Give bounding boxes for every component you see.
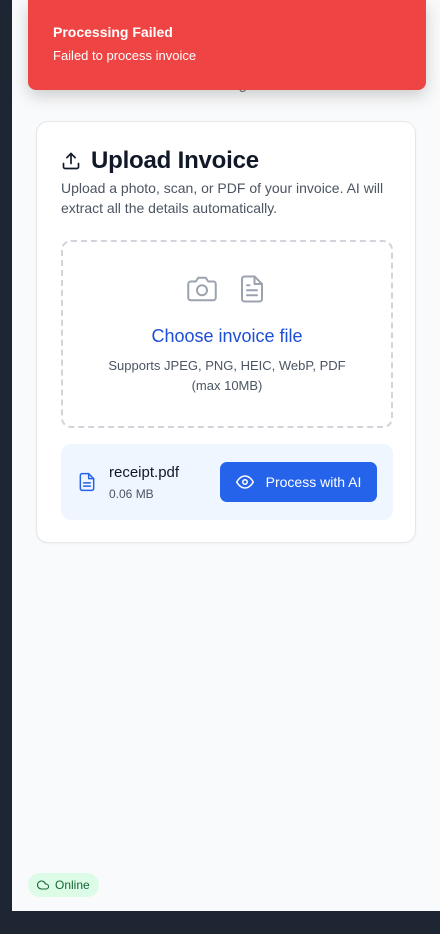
- file-name: receipt.pdf: [109, 464, 180, 481]
- selected-file-row: receipt.pdf 0.06 MB Process with AI: [61, 444, 393, 520]
- file-text-icon: [77, 471, 97, 493]
- card-header: Upload Invoice: [61, 146, 259, 176]
- eye-icon: [235, 473, 254, 491]
- choose-file-link[interactable]: Choose invoice file: [63, 326, 391, 347]
- status-badge: Online: [28, 873, 99, 897]
- file-dropzone[interactable]: Choose invoice file Supports JPEG, PNG, …: [61, 240, 393, 428]
- toast-title: Processing Failed: [53, 24, 173, 40]
- process-with-ai-button[interactable]: Process with AI: [220, 462, 377, 502]
- upload-icon: [61, 151, 81, 171]
- camera-icon: [187, 274, 217, 304]
- upload-invoice-card: Upload Invoice Upload a photo, scan, or …: [36, 121, 416, 543]
- error-toast[interactable]: Processing Failed Failed to process invo…: [28, 0, 426, 90]
- dropzone-icons: [63, 274, 391, 304]
- cloud-icon: [37, 879, 49, 891]
- process-button-label: Process with AI: [265, 474, 362, 490]
- file-size: 0.06 MB: [109, 487, 154, 501]
- toast-message: Failed to process invoice: [53, 48, 197, 63]
- status-label: Online: [55, 878, 90, 892]
- card-title: Upload Invoice: [91, 147, 259, 174]
- card-description: Upload a photo, scan, or PDF of your inv…: [61, 180, 384, 216]
- supported-formats-text: Supports JPEG, PNG, HEIC, WebP, PDF (max…: [108, 358, 346, 393]
- document-icon: [237, 274, 267, 304]
